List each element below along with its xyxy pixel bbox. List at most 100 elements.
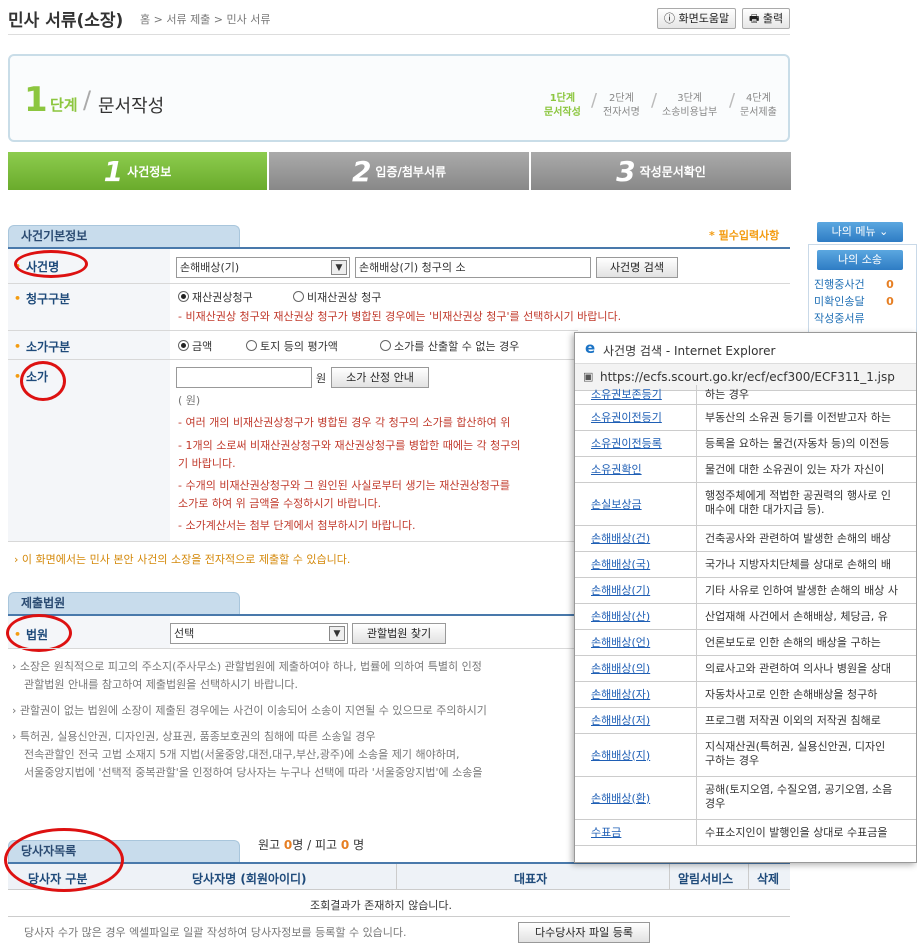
list-item: 손해배상(자) 자동차사고로 인한 손해배상을 청구하: [575, 682, 916, 708]
row-divider: [8, 359, 578, 360]
list-item: 소유권확인 물건에 대한 소유권이 있는 자가 자신이: [575, 457, 916, 483]
cell-divider: [696, 630, 697, 656]
cell-divider: [696, 682, 697, 708]
value-amount-input[interactable]: [176, 367, 312, 388]
description-line: 산업재해 사건에서 손해배상, 체당금, 유: [705, 610, 888, 623]
value-radio-none[interactable]: 소가를 산출할 수 없는 경우: [380, 338, 519, 354]
won-unit: 원: [316, 372, 327, 385]
tab-case-info[interactable]: 1 사건정보: [8, 152, 267, 190]
list-item: 손해배상(환) 공해(토지오염, 수질오염, 공기오염, 소음 경우: [575, 777, 916, 820]
list-item: 손해배상(기) 기타 사유로 인하여 발생한 손해의 배상 사: [575, 578, 916, 604]
cell-divider: [696, 552, 697, 578]
description-line: 의료사고와 관련하여 의사나 병원을 상대: [705, 662, 892, 675]
case-name-link[interactable]: 손해배상(지): [591, 749, 650, 763]
case-name-input[interactable]: 손해배상(기) 청구의 소: [355, 257, 591, 278]
cell-divider: [696, 578, 697, 604]
row-divider: [8, 283, 790, 284]
case-name-link[interactable]: 손해배상(기): [591, 584, 650, 598]
value-radio-amount[interactable]: 금액: [178, 338, 212, 354]
value-note-2: - 1개의 소로써 비재산권상청구와 재산권상청구를 병합한 때에는 각 청구의: [178, 439, 521, 452]
printer-icon: 🖶: [749, 12, 763, 25]
value-calc-guide-button[interactable]: 소가 산정 안내: [331, 367, 429, 388]
description-line: 국가나 지방자치단체를 상대로 손해의 배: [705, 558, 892, 571]
ie-icon: e: [585, 339, 596, 357]
tab-attachments[interactable]: 2 입증/첨부서류: [269, 152, 529, 190]
court-select[interactable]: 선택 ▼: [170, 623, 348, 644]
my-menu-button[interactable]: 나의 메뉴 ⌄: [817, 222, 903, 242]
case-name-link[interactable]: 수표금: [591, 826, 621, 840]
case-description: 지식재산권(특허권, 실용신안권, 디자인 구하는 경우: [705, 740, 885, 768]
case-name-link[interactable]: 손해배상(산): [591, 610, 650, 624]
case-type-select[interactable]: 손해배상(기) ▼: [176, 257, 350, 278]
cell-divider: [696, 431, 697, 457]
sidebar-item-unconfirmed[interactable]: 미확인송달 0: [814, 293, 894, 309]
step-number: 1: [24, 80, 48, 120]
case-name-link[interactable]: 손해배상(의): [591, 662, 650, 676]
case-name-link[interactable]: 손실보상금: [591, 498, 642, 512]
case-name-link[interactable]: 소유권보존등기: [591, 388, 662, 402]
list-item: 손해배상(국) 국가나 지방자치단체를 상대로 손해의 배: [575, 552, 916, 578]
col-divider: [748, 864, 749, 890]
radio-icon: [246, 340, 257, 351]
col-representative: 대표자: [514, 872, 548, 886]
cell-divider: [696, 604, 697, 630]
case-name-link[interactable]: 손해배상(건): [591, 532, 650, 546]
case-name-link[interactable]: 손해배상(환): [591, 792, 650, 806]
court-guide-3b: 전속관할인 전국 고법 소재지 5개 지법(서울중앙,대전,대구,부산,광주)에…: [24, 748, 460, 761]
description-line: 하는 경우: [705, 388, 749, 401]
case-name-link[interactable]: 손해배상(저): [591, 714, 650, 728]
value-radio-land[interactable]: 토지 등의 평가액: [246, 338, 338, 354]
cell-divider: [696, 820, 697, 846]
cell-divider: [696, 405, 697, 431]
help-button[interactable]: ⓘ 화면도움말: [657, 8, 737, 29]
step-separator: /: [591, 90, 598, 111]
value-won-display: ( 원): [178, 394, 201, 407]
cell-divider: [696, 777, 697, 820]
case-name-link[interactable]: 손해배상(자): [591, 688, 650, 702]
print-button[interactable]: 🖶 출력: [742, 8, 791, 29]
case-name-link[interactable]: 손해배상(국): [591, 558, 650, 572]
value-note-2b: 기 바랍니다.: [178, 457, 236, 470]
case-description: 부동산의 소유권 등기를 이전받고자 하는: [705, 411, 891, 425]
my-lawsuit-button[interactable]: 나의 소송: [817, 250, 903, 270]
cell-divider: [696, 708, 697, 734]
case-description: 자동차사고로 인한 손해배상을 청구하: [705, 688, 877, 702]
case-description: 등록을 요하는 물건(자동차 등)의 이전등: [705, 437, 890, 451]
tab-review[interactable]: 3 작성문서확인: [531, 152, 791, 190]
col-delete: 삭제: [757, 872, 780, 886]
court-guide-2: › 관할권이 없는 법원에 소장이 제출된 경우에는 사건이 이송되어 소송이 …: [12, 704, 487, 717]
description-line: 공해(토지오염, 수질오염, 공기오염, 소음: [705, 783, 893, 796]
case-description: 의료사고와 관련하여 의사나 병원을 상대: [705, 662, 891, 676]
find-court-button[interactable]: 관할법원 찾기: [352, 623, 446, 644]
chevron-down-icon: ▼: [329, 626, 345, 641]
list-item: 손해배상(산) 산업재해 사건에서 손해배상, 체당금, 유: [575, 604, 916, 630]
court-guide-1b: 관할법원 안내를 참고하여 제출법원을 선택하시기 바랍니다.: [24, 678, 298, 691]
sidebar-item-drafts[interactable]: 작성중서류: [814, 310, 865, 326]
cell-divider: [696, 385, 697, 405]
case-description: 언론보도로 인한 손해의 배상을 구하는: [705, 636, 881, 650]
case-name-link[interactable]: 소유권확인: [591, 463, 642, 477]
case-name-link[interactable]: 손해배상(언): [591, 636, 650, 650]
case-name-link[interactable]: 소유권이전등기: [591, 411, 662, 425]
list-item: 손해배상(저) 프로그램 저작권 이외의 저작권 침해로: [575, 708, 916, 734]
case-name-search-button[interactable]: 사건명 검색: [596, 257, 678, 278]
description-line: 수표소지인이 발행인을 상대로 수표금을: [705, 826, 888, 839]
chevron-down-icon: ▼: [331, 260, 347, 275]
divider: [8, 34, 790, 35]
multi-party-upload-button[interactable]: 다수당사자 파일 등록: [518, 922, 650, 943]
description-line: 물건에 대한 소유권이 있는 자가 자신이: [705, 463, 885, 476]
breadcrumb: 홈 > 서류 제출 > 민사 서류: [140, 13, 271, 26]
case-name-link[interactable]: 소유권이전등록: [591, 437, 662, 451]
case-description: 기타 사유로 인하여 발생한 손해의 배상 사: [705, 584, 898, 598]
case-description: 건축공사와 관련하여 발생한 손해의 배상: [705, 532, 891, 546]
case-description: 프로그램 저작권 이외의 저작권 침해로: [705, 714, 881, 728]
sidebar-item-in-progress[interactable]: 진행중사건 0: [814, 276, 894, 292]
claim-radio-nonproperty[interactable]: 비재산권상 청구: [293, 289, 381, 305]
claim-radio-property[interactable]: 재산권상청구: [178, 289, 253, 305]
list-item: 소유권보존등기 하는 경우: [575, 385, 916, 405]
highlight-circle: [14, 250, 88, 278]
cell-divider: [696, 734, 697, 777]
step-indicator-3: 3단계 소송비용납부: [662, 93, 718, 118]
description-line: 부동산의 소유권 등기를 이전받고자 하는: [705, 411, 892, 424]
description-line: 구하는 경우: [705, 754, 760, 767]
